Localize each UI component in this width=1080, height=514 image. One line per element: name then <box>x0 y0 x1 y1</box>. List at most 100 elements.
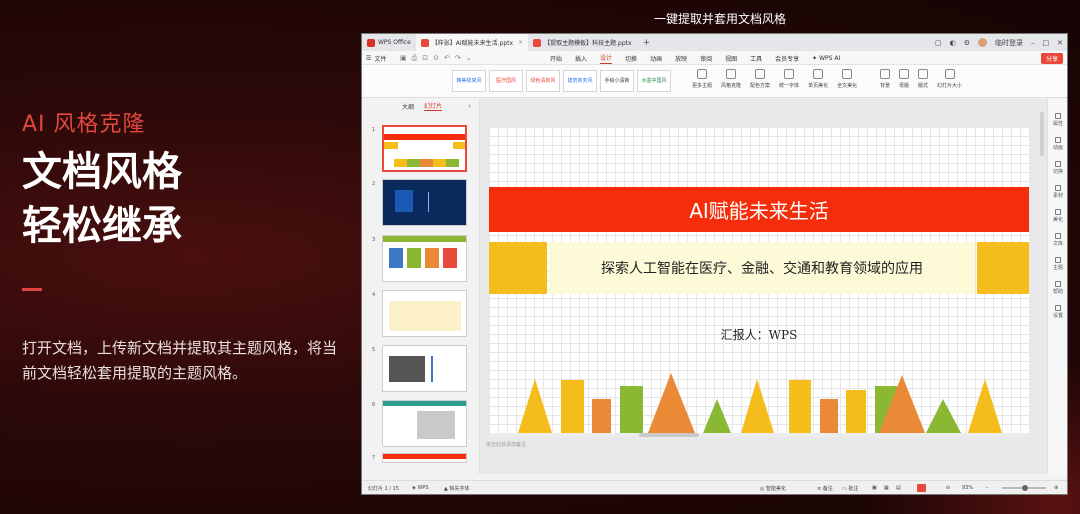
orange-triangle <box>648 373 695 433</box>
new-tab-icon[interactable]: + <box>637 38 657 48</box>
minimize-icon[interactable]: – <box>1031 39 1035 47</box>
tool-label: 配色方案 <box>750 83 771 89</box>
green-bar <box>620 386 643 433</box>
redo-icon[interactable]: ↷ <box>455 54 461 63</box>
sidebar-item-assets[interactable]: 素材 <box>1048 185 1067 199</box>
tab-template-pptx[interactable]: 【提取主题模板】科技主题.pptx <box>528 34 636 51</box>
comments-toggle[interactable]: ▭ 批注 <box>842 485 858 492</box>
sidebar-item-transition[interactable]: 切换 <box>1048 161 1067 175</box>
slide-thumbnail-5[interactable] <box>382 345 467 392</box>
theme-thumb[interactable]: 手绘小清新 <box>600 70 634 92</box>
transition-icon <box>1055 161 1061 167</box>
color-scheme-button[interactable]: 配色方案 <box>750 69 770 89</box>
slide-thumbnail-3[interactable] <box>382 235 467 282</box>
zoom-level[interactable]: 93% <box>962 485 973 491</box>
theme-thumb[interactable]: 医疗国风 <box>489 70 523 92</box>
theme-thumb[interactable]: 精美极简风 <box>452 70 486 92</box>
slide-size-button[interactable]: 幻灯片大小 <box>937 69 962 89</box>
avatar[interactable] <box>978 38 987 47</box>
slide-1-canvas[interactable]: AI赋能未来生活 探索人工智能在医疗、金融、交通和教育领域的应用 汇报人：WPS <box>489 127 1029 433</box>
save-icon[interactable]: ▣ <box>400 54 407 63</box>
theme-thumb[interactable]: 水墨中国风 <box>637 70 671 92</box>
wps-ai-button[interactable]: ✦ WPS AI <box>812 55 840 62</box>
fit-icon[interactable]: – <box>986 485 989 491</box>
menu-tab-review[interactable]: 审阅 <box>700 54 712 63</box>
background-button[interactable]: 背景 <box>880 69 890 89</box>
missing-font-status[interactable]: ▲ 缺失字体 <box>444 485 469 492</box>
yellow-triangle <box>518 379 552 433</box>
theme-thumb[interactable]: 绿色清新风 <box>526 70 560 92</box>
normal-view-icon[interactable]: ▣ <box>872 485 877 491</box>
star-icon <box>1055 137 1061 143</box>
preview-icon[interactable]: ⊙ <box>433 54 439 63</box>
tab-wps-office[interactable]: WPS Office <box>362 34 416 51</box>
thumb-photo <box>417 411 455 439</box>
chevron-down-icon[interactable]: ⌄ <box>466 54 472 63</box>
menu-tab-insert[interactable]: 插入 <box>575 54 587 63</box>
close-window-icon[interactable]: ✕ <box>1057 39 1063 47</box>
menu-tab-slideshow[interactable]: 放映 <box>675 54 687 63</box>
sidebar-item-help[interactable]: 帮助 <box>1048 281 1067 295</box>
unify-font-button[interactable]: 统一字体 <box>779 69 799 89</box>
slide-thumbnail-6[interactable] <box>382 400 467 447</box>
vertical-scrollbar[interactable] <box>1040 112 1044 156</box>
thumb-green-band <box>383 236 466 242</box>
print-icon[interactable]: ⊡ <box>422 54 428 63</box>
right-sidebar: 属性 动画 切换 素材 美化 文库 主题 帮助 设置 <box>1047 99 1067 474</box>
menu-tab-view[interactable]: 视图 <box>725 54 737 63</box>
horizontal-scrollbar[interactable] <box>489 433 1029 437</box>
slide-thumbnail-4[interactable] <box>382 290 467 337</box>
collapse-panel-icon[interactable]: ‹ <box>468 102 471 110</box>
settings-icon <box>1055 305 1061 311</box>
menu-tab-tools[interactable]: 工具 <box>750 54 762 63</box>
notes-placeholder[interactable]: 单击此处添加备注 <box>486 441 526 448</box>
export-icon[interactable]: ⎙ <box>412 54 418 63</box>
reading-view-icon[interactable]: ▤ <box>896 485 901 491</box>
wps-status[interactable]: ◈ WPS <box>412 485 429 491</box>
assets-icon <box>1055 185 1061 191</box>
sidebar-item-library[interactable]: 文库 <box>1048 233 1067 247</box>
zoom-out-icon[interactable]: ⊖ <box>946 485 950 491</box>
scroll-thumb[interactable] <box>639 433 699 437</box>
settings-icon[interactable]: ⚙ <box>964 39 970 47</box>
sidebar-item-beautify[interactable]: 美化 <box>1048 209 1067 223</box>
full-beautify-button[interactable]: 全文美化 <box>837 69 857 89</box>
sidebar-item-theme[interactable]: 主题 <box>1048 257 1067 271</box>
sorter-view-icon[interactable]: ▦ <box>884 485 889 491</box>
zoom-slider-knob[interactable] <box>1022 485 1028 491</box>
notes-toggle[interactable]: ≡ 备注 <box>817 485 833 492</box>
zoom-in-icon[interactable]: ⊕ <box>1054 485 1058 491</box>
tab-slides[interactable]: 幻灯片 <box>424 101 443 111</box>
window-layout-icon[interactable]: ▢ <box>935 39 942 47</box>
undo-icon[interactable]: ↶ <box>444 54 450 63</box>
sidebar-item-settings[interactable]: 设置 <box>1048 305 1067 319</box>
maximize-icon[interactable]: □ <box>1043 39 1050 47</box>
menu-tab-transition[interactable]: 切换 <box>625 54 637 63</box>
file-menu[interactable]: ☰ 文件 <box>366 51 386 65</box>
sidebar-item-properties[interactable]: 属性 <box>1048 113 1067 127</box>
skin-icon[interactable]: ◐ <box>950 39 956 47</box>
more-themes-button[interactable]: 更多主题 <box>692 69 712 89</box>
theme-thumb[interactable]: 建筑商务风 <box>563 70 597 92</box>
menu-tab-member[interactable]: 会员专享 <box>775 54 799 63</box>
play-slideshow-button[interactable] <box>917 484 926 492</box>
sidebar-label: 美化 <box>1052 217 1063 223</box>
page-beautify-button[interactable]: 单页美化 <box>808 69 828 89</box>
close-icon[interactable]: × <box>518 39 523 46</box>
tab-outline[interactable]: 大纲 <box>402 102 414 111</box>
menu-tab-animation[interactable]: 动画 <box>650 54 662 63</box>
master-button[interactable]: 母版 <box>899 69 909 89</box>
smart-beautify-button[interactable]: ◎ 智能美化 <box>760 485 786 492</box>
slide-thumbnail-2[interactable] <box>382 179 467 226</box>
menu-tab-design[interactable]: 设计 <box>600 53 613 64</box>
login-label[interactable]: 临时登录 <box>995 38 1023 48</box>
tab-label: 【提取主题模板】科技主题.pptx <box>544 40 632 47</box>
sidebar-item-animation[interactable]: 动画 <box>1048 137 1067 151</box>
share-button[interactable]: 分享 <box>1040 53 1063 64</box>
tab-sample-pptx[interactable]: 【样张】AI赋能未来生活.pptx × <box>415 34 529 51</box>
slide-thumbnail-7[interactable] <box>382 453 467 463</box>
slide-thumbnail-1[interactable] <box>382 125 467 172</box>
menu-tab-home[interactable]: 开始 <box>550 54 562 63</box>
layout-button[interactable]: 版式 <box>918 69 928 89</box>
style-clone-button[interactable]: 风格克隆 <box>721 69 741 89</box>
